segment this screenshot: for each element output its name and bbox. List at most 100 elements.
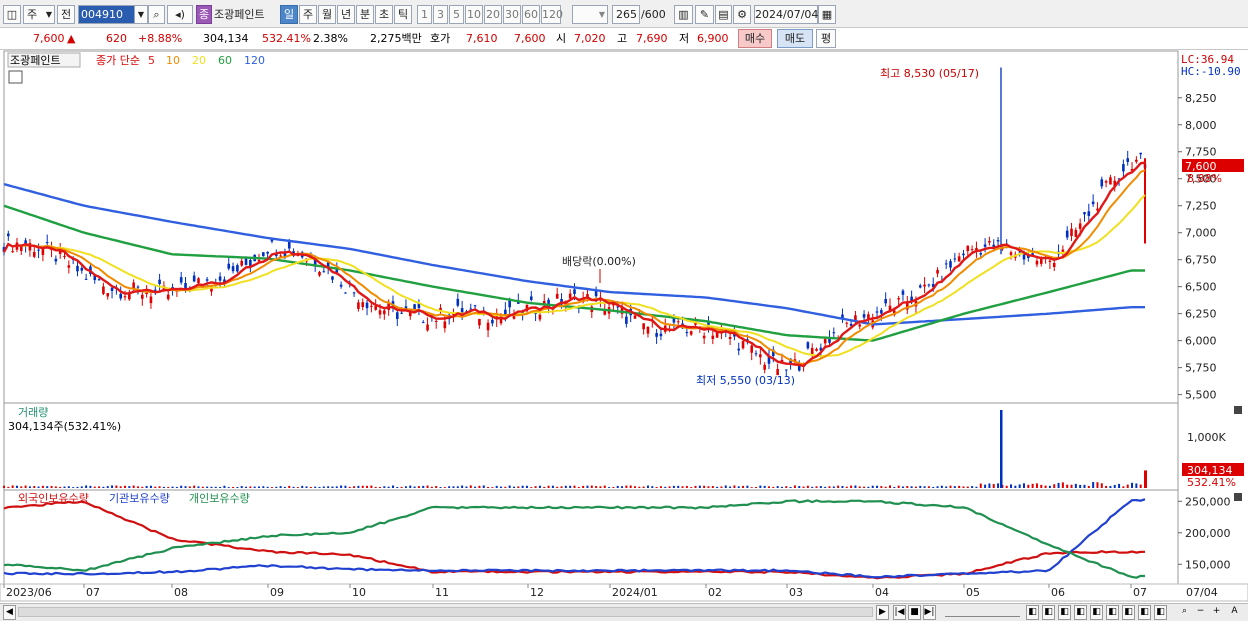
toggle-icon-2[interactable]: ◧ — [1042, 605, 1055, 620]
volume-bar — [953, 486, 956, 488]
gear-icon[interactable]: ⚙ — [733, 5, 751, 24]
volume-bar — [227, 487, 230, 488]
calendar-icon[interactable]: ▦ — [818, 5, 836, 24]
eval-button[interactable]: 평 — [816, 29, 836, 48]
toggle-icon-4[interactable]: ◧ — [1074, 605, 1087, 620]
volume-bar — [430, 486, 433, 488]
volume-bar — [7, 486, 10, 488]
candle-body — [1009, 252, 1013, 255]
interval-select[interactable]: ▼ — [572, 5, 608, 24]
volume-bar — [759, 485, 762, 488]
save-icon[interactable]: ▤ — [715, 5, 732, 24]
volume-bar — [232, 486, 235, 488]
interval-tab-1[interactable]: 3 — [433, 5, 448, 24]
candle-body — [936, 269, 939, 274]
stock-chart-svg[interactable]: 8,2508,0007,7507,5007,2507,0006,7506,500… — [0, 50, 1248, 603]
low-price: 6,900 — [697, 32, 729, 45]
volume-bar — [837, 485, 840, 488]
period-tab-1[interactable]: 주 — [299, 5, 317, 24]
count-input[interactable]: 265 — [612, 5, 640, 24]
period-tab-6[interactable]: 틱 — [394, 5, 412, 24]
market-select[interactable]: 주 ▼ — [23, 5, 55, 24]
period-tab-3[interactable]: 년 — [337, 5, 355, 24]
toggle-icon-9[interactable]: ◧ — [1154, 605, 1167, 620]
candle-body — [750, 345, 754, 353]
interval-tab-3[interactable]: 10 — [465, 5, 483, 24]
volume-bar — [534, 486, 537, 488]
volume-bar — [1087, 485, 1090, 488]
toggle-icon-6[interactable]: ◧ — [1106, 605, 1119, 620]
volume-bar — [1118, 483, 1121, 488]
interval-tab-7[interactable]: 120 — [541, 5, 563, 24]
zoom-in-icon[interactable]: + — [1210, 605, 1223, 620]
volume-bar — [1044, 485, 1047, 488]
candle-body — [1109, 177, 1112, 185]
stock-type-badge: 종 — [196, 5, 212, 24]
scroll-left-icon[interactable]: ◀ — [3, 605, 16, 620]
buy-button[interactable]: 매수 — [738, 29, 772, 48]
stock-code-input[interactable]: 004910 — [78, 5, 136, 24]
zoom-slider[interactable] — [945, 607, 1020, 617]
period-tab-4[interactable]: 분 — [356, 5, 374, 24]
interval-tab-2[interactable]: 5 — [449, 5, 464, 24]
volume-bar — [115, 485, 118, 488]
volume-bar — [863, 486, 866, 488]
prev-button[interactable]: 전 — [57, 5, 75, 24]
toggle-icon-1[interactable]: ◧ — [1026, 605, 1039, 620]
candle-body — [63, 255, 66, 257]
zoom-search-icon[interactable]: ⌕ — [1178, 605, 1191, 620]
volume-bar — [1031, 483, 1034, 488]
interval-tab-0[interactable]: 1 — [417, 5, 432, 24]
scrollbar-track[interactable] — [18, 607, 873, 617]
interval-tab-5[interactable]: 30 — [503, 5, 521, 24]
zoom-out-icon[interactable]: − — [1194, 605, 1207, 620]
volume-bar — [46, 486, 49, 488]
low-label: 저 — [679, 32, 690, 45]
volume-bar — [154, 486, 157, 488]
candle-body — [145, 292, 148, 295]
period-tab-0[interactable]: 일 — [280, 5, 298, 24]
volume-bar — [664, 486, 667, 488]
layout-icon[interactable]: ◫ — [3, 5, 21, 24]
sell-button[interactable]: 매도 — [777, 29, 813, 48]
toggle-icon-5[interactable]: ◧ — [1090, 605, 1103, 620]
speaker-icon[interactable]: ◂) — [167, 5, 193, 24]
volume-bar — [1035, 483, 1038, 488]
period-tab-5[interactable]: 초 — [375, 5, 393, 24]
draw-tool-icon[interactable]: ✎ — [695, 5, 714, 24]
x-tick-label: 08 — [174, 586, 188, 599]
volume-bar — [560, 486, 563, 488]
volume-bar — [266, 486, 269, 488]
price-panel-frame — [3, 50, 1179, 404]
interval-tab-4[interactable]: 20 — [484, 5, 502, 24]
volume-bar — [413, 486, 416, 488]
volume-bar — [634, 486, 637, 488]
candle-body — [1100, 179, 1104, 187]
font-size-icon[interactable]: A — [1228, 605, 1241, 620]
toggle-icon-8[interactable]: ◧ — [1138, 605, 1151, 620]
stop-icon[interactable]: ■ — [908, 605, 921, 620]
candle-body — [875, 311, 879, 313]
period-tab-2[interactable]: 월 — [318, 5, 336, 24]
code-dropdown-icon[interactable]: ▼ — [134, 5, 148, 24]
x-tick-label: 02 — [708, 586, 722, 599]
volume-bar — [569, 485, 572, 488]
candle-type-icon[interactable]: ▥ — [674, 5, 693, 24]
candle-body — [970, 249, 974, 251]
scroll-right-icon[interactable]: ▶ — [876, 605, 889, 620]
volume-spike-bar — [1000, 410, 1003, 488]
volume-bar — [478, 485, 481, 488]
volume-bar — [716, 486, 719, 488]
last-icon[interactable]: ▶| — [923, 605, 936, 620]
search-icon[interactable]: ⌕ — [148, 5, 165, 24]
volume-bar — [1092, 482, 1095, 488]
toggle-icon-7[interactable]: ◧ — [1122, 605, 1135, 620]
toggle-icon-3[interactable]: ◧ — [1058, 605, 1071, 620]
volume-bar — [871, 485, 874, 488]
first-icon[interactable]: |◀ — [893, 605, 906, 620]
interval-tab-6[interactable]: 60 — [522, 5, 540, 24]
volume-bar — [180, 485, 183, 488]
volume-bar — [253, 486, 256, 488]
date-input[interactable]: 2024/07/04 — [754, 5, 818, 24]
chart-area[interactable]: 8,250 8,000 7,750 7,500 7,250 7,000 6,750 6,500… — [0, 50, 1248, 606]
